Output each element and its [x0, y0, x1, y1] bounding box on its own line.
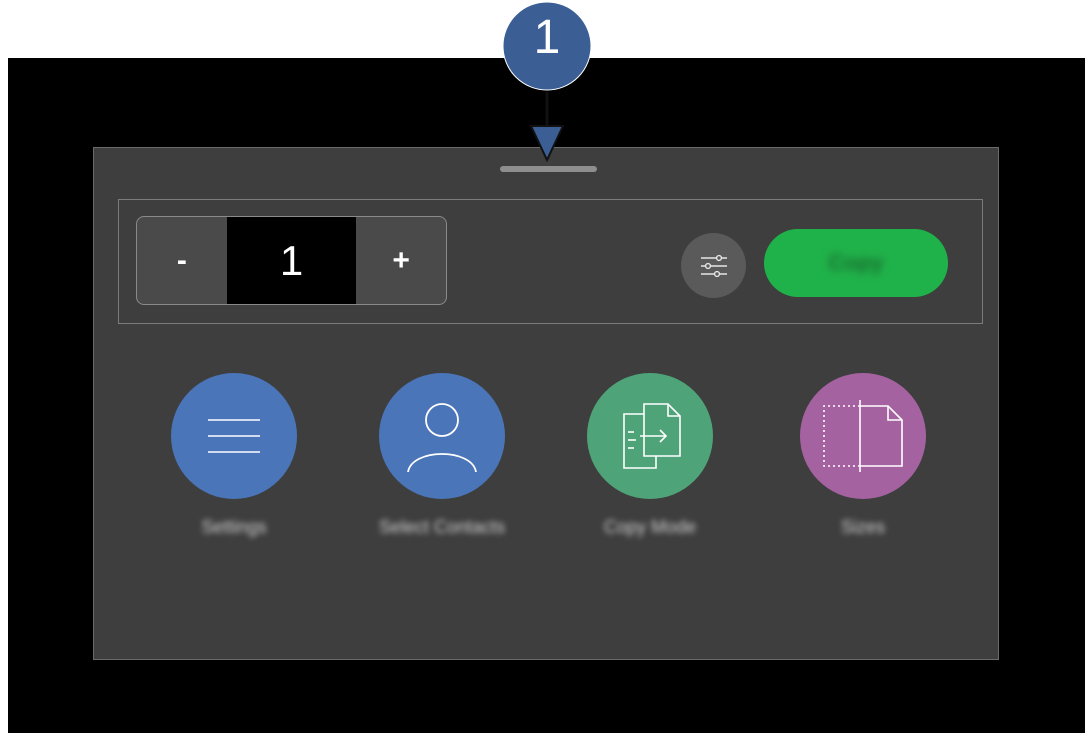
decrement-button[interactable]: - — [137, 217, 227, 304]
increment-button[interactable]: + — [356, 217, 446, 304]
copies-stepper: - 1 + — [136, 216, 447, 305]
callout-number: 1 — [533, 11, 561, 64]
copy-document-icon — [623, 403, 681, 469]
sliders-icon — [700, 254, 727, 277]
settings-button[interactable] — [681, 233, 746, 298]
person-icon — [407, 403, 477, 473]
tile-settings-circle — [171, 373, 297, 499]
tile-copy-mode-label: Copy Mode — [603, 517, 697, 537]
tile-settings-label: Settings — [201, 517, 267, 537]
copies-count: 1 — [226, 217, 357, 304]
tile-sizes[interactable]: Sizes — [773, 373, 953, 538]
tile-contacts[interactable]: Select Contacts — [352, 373, 532, 538]
tile-sizes-circle — [800, 373, 926, 499]
tile-sizes-label: Sizes — [840, 517, 885, 537]
tile-settings[interactable]: Settings — [144, 373, 324, 538]
tile-copy-mode-circle — [587, 373, 713, 499]
menu-lines-icon — [208, 419, 260, 453]
tile-contacts-circle — [379, 373, 505, 499]
tile-contacts-label: Select Contacts — [378, 517, 506, 537]
tile-copy-mode[interactable]: Copy Mode — [560, 373, 740, 538]
screen: - 1 + Copy Settings Select Contacts Copy… — [0, 0, 1085, 733]
page-size-icon — [823, 400, 903, 472]
copy-button[interactable]: Copy — [764, 229, 948, 297]
sheet-drag-handle[interactable] — [500, 166, 597, 172]
copy-button-label: Copy — [828, 250, 884, 275]
